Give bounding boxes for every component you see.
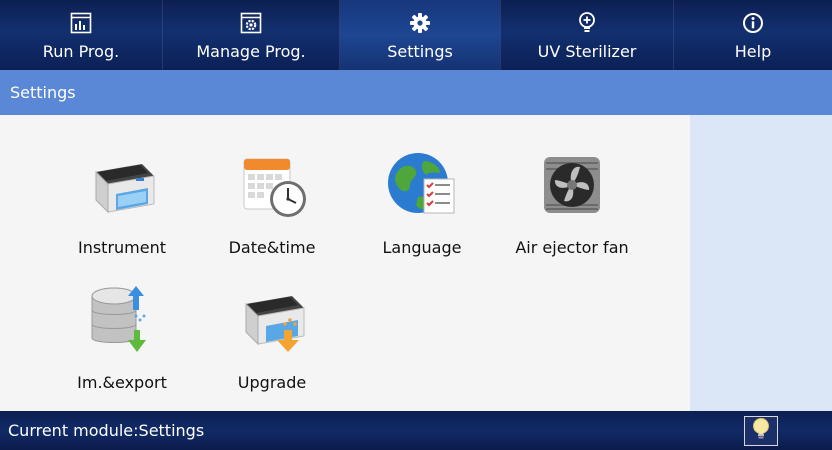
import-export-label: Im.&export [77, 373, 167, 392]
calendar-clock-icon [232, 145, 312, 225]
language-label: Language [382, 238, 462, 257]
current-module-text: Current module:Settings [8, 421, 205, 440]
light-bulb-icon [751, 417, 771, 445]
light-toggle-button[interactable] [744, 416, 778, 446]
import-export-button[interactable]: Im.&export [47, 272, 197, 402]
tab-manage-prog-label: Manage Prog. [196, 42, 306, 61]
instrument-icon [82, 145, 162, 225]
tab-manage-prog[interactable]: Manage Prog. [163, 0, 339, 70]
globe-checklist-icon [382, 145, 462, 225]
database-icon [82, 280, 162, 360]
upgrade-icon [232, 280, 312, 360]
date-time-label: Date&time [228, 238, 316, 257]
air-ejector-fan-label: Air ejector fan [515, 238, 629, 257]
uv-bulb-icon [576, 10, 598, 36]
top-navigation-bar: Run Prog. Manage Prog. Settings UV Steri… [0, 0, 832, 70]
upgrade-button[interactable]: Upgrade [197, 272, 347, 402]
gear-icon [409, 10, 431, 36]
tab-settings-label: Settings [387, 42, 453, 61]
fan-icon [532, 145, 612, 225]
air-ejector-fan-button[interactable]: Air ejector fan [497, 137, 647, 267]
info-icon [742, 10, 764, 36]
status-bar: Current module:Settings [0, 411, 832, 450]
instrument-button[interactable]: Instrument [47, 137, 197, 267]
tab-uv-sterilizer[interactable]: UV Sterilizer [501, 0, 673, 70]
settings-panel: Instrument Date&time Language Air ejecto… [0, 115, 690, 411]
instrument-label: Instrument [77, 238, 167, 257]
date-time-button[interactable]: Date&time [197, 137, 347, 267]
upgrade-label: Upgrade [237, 373, 307, 392]
page-title-bar: Settings [0, 70, 832, 115]
gear-box-icon [240, 10, 262, 36]
tab-settings[interactable]: Settings [340, 0, 500, 70]
tab-help[interactable]: Help [674, 0, 832, 70]
page-title: Settings [10, 83, 76, 102]
tab-run-prog-label: Run Prog. [42, 42, 120, 61]
chart-icon [70, 10, 92, 36]
tab-run-prog[interactable]: Run Prog. [0, 0, 162, 70]
tab-help-label: Help [734, 42, 772, 61]
tab-uv-sterilizer-label: UV Sterilizer [537, 42, 637, 61]
side-panel [690, 115, 832, 411]
language-button[interactable]: Language [347, 137, 497, 267]
